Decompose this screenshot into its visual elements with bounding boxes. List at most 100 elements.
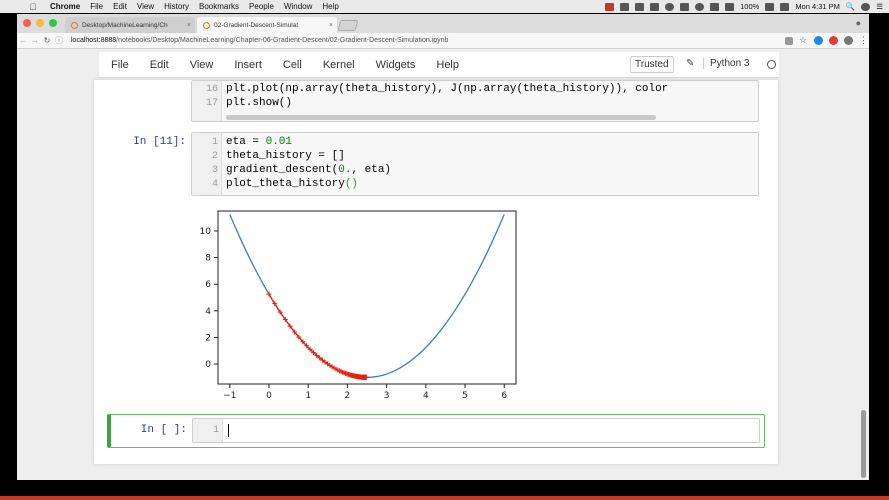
maximize-window-button[interactable] xyxy=(49,19,57,27)
kernel-status-icon xyxy=(767,60,776,69)
x-tick-label: −1 xyxy=(223,391,236,401)
line-number: 2 xyxy=(211,151,218,162)
y-tick-label: 2 xyxy=(205,333,211,343)
new-tab-button[interactable] xyxy=(337,20,359,31)
tab-title: Desktop/MachineLearning/Ch xyxy=(82,21,168,29)
extension-gray-icon[interactable] xyxy=(844,36,853,45)
address-bar: ← → ↻ ⓘ localhost:8888/notebooks/Desktop… xyxy=(17,33,869,49)
menu-view[interactable]: View xyxy=(137,2,154,11)
code-line: plt.show() xyxy=(226,97,293,109)
nb-menu-widgets[interactable]: Widgets xyxy=(376,59,416,71)
apple-icon[interactable]:  xyxy=(26,2,40,12)
close-tab-icon[interactable]: × xyxy=(329,22,333,29)
horizontal-scrollbar[interactable] xyxy=(226,115,656,120)
spotlight-icon[interactable]: 🔍 xyxy=(846,2,855,11)
kernel-name[interactable]: Python 3 xyxy=(703,58,749,69)
tab-title: 02-Gradient-Descent-Simulat xyxy=(214,21,299,29)
code-text: , eta) xyxy=(351,164,392,176)
page-info-icon[interactable]: ⓘ xyxy=(53,35,65,46)
code-line: plt.plot(np.array(theta_history), J(np.a… xyxy=(226,83,669,94)
menu-people[interactable]: People xyxy=(249,2,274,11)
x-tick-label: 1 xyxy=(305,391,311,401)
profile-icon[interactable]: ● xyxy=(856,18,861,28)
code-cell-previous[interactable]: 16 plt.plot(np.array(theta_history), J(n… xyxy=(191,80,759,122)
line-number: 17 xyxy=(205,98,218,109)
cell-prompt: In [ ]: xyxy=(140,424,187,436)
menu-help[interactable]: Help xyxy=(322,2,338,11)
forward-icon[interactable]: → xyxy=(29,36,41,45)
menu-window[interactable]: Window xyxy=(284,2,312,11)
bluetooth-icon[interactable] xyxy=(680,2,690,11)
notebook-container: 16 plt.plot(np.array(theta_history), J(n… xyxy=(94,80,778,464)
back-icon[interactable]: ← xyxy=(17,36,29,45)
close-tab-icon[interactable]: × xyxy=(187,22,191,29)
url-field[interactable]: localhost:8888/notebooks/Desktop/Machine… xyxy=(71,37,448,44)
input-icon[interactable] xyxy=(780,2,790,11)
extension-icon[interactable] xyxy=(635,2,645,11)
x-tick-label: 3 xyxy=(384,391,390,401)
tab-gradient-descent[interactable]: 02-Gradient-Descent-Simulat × xyxy=(197,17,337,33)
clock[interactable]: Mon 4:31 PM xyxy=(795,2,840,11)
code-text: gradient_descent( xyxy=(226,164,339,176)
trusted-indicator[interactable]: Trusted xyxy=(630,56,674,73)
menu-history[interactable]: History xyxy=(164,2,189,11)
x-tick-label: 0 xyxy=(266,391,272,401)
nb-menu-view[interactable]: View xyxy=(190,59,214,71)
battery-percent: 100% xyxy=(740,2,760,11)
chrome-menu-icon[interactable]: ⋮ xyxy=(859,36,868,45)
extension-blue-icon[interactable] xyxy=(814,36,823,45)
minimize-window-button[interactable] xyxy=(36,19,44,27)
close-window-button[interactable] xyxy=(23,19,31,27)
plot-area xyxy=(217,210,517,385)
y-tick-label: 6 xyxy=(205,280,211,290)
y-tick-label: 8 xyxy=(205,254,211,264)
time-machine-icon[interactable] xyxy=(665,2,675,11)
extension-red-icon[interactable] xyxy=(829,36,838,45)
nb-menu-cell[interactable]: Cell xyxy=(283,59,302,71)
app-menu[interactable]: Chrome xyxy=(50,2,80,11)
x-tick-label: 5 xyxy=(462,391,468,401)
code-text: eta = xyxy=(226,136,266,148)
code-number: 0.01 xyxy=(265,136,293,148)
nb-menu-kernel[interactable]: Kernel xyxy=(323,59,355,71)
code-cell-11[interactable]: 1 eta = 0.01 2 theta_history = [] 3 grad… xyxy=(191,132,759,196)
siri-icon[interactable] xyxy=(861,2,871,11)
line-number: 1 xyxy=(212,425,219,436)
code-line: eta = 0.01 xyxy=(226,136,292,148)
airplay-icon[interactable] xyxy=(710,2,720,11)
edit-mode-pencil-icon: ✎ xyxy=(686,58,695,69)
url-host: localhost:8888 xyxy=(71,37,117,44)
app-status-icon[interactable] xyxy=(650,2,660,11)
menu-edit[interactable]: Edit xyxy=(113,2,127,11)
code-line: gradient_descent(0., eta) xyxy=(226,164,391,176)
page-vertical-scrollbar[interactable] xyxy=(861,410,866,478)
line-number: 3 xyxy=(211,165,218,176)
notification-center-icon[interactable]: ☰ xyxy=(876,2,883,11)
bookmark-star-icon[interactable]: ☆ xyxy=(799,36,808,45)
code-cell-empty-selected[interactable]: In [ ]: 1 xyxy=(107,414,765,448)
code-line: plot_theta_history() xyxy=(226,178,358,190)
nb-menu-insert[interactable]: Insert xyxy=(234,59,262,71)
tab-bar: Desktop/MachineLearning/Ch × 02-Gradient… xyxy=(17,14,869,33)
menu-bookmarks[interactable]: Bookmarks xyxy=(199,2,239,11)
nb-menu-edit[interactable]: Edit xyxy=(150,59,169,71)
tab-desktop[interactable]: Desktop/MachineLearning/Ch × xyxy=(65,17,195,33)
reload-icon[interactable]: ↻ xyxy=(41,36,53,45)
code-text: plot_theta_history xyxy=(226,178,345,190)
url-path: /notebooks/Desktop/MachineLearning/Chapt… xyxy=(116,37,449,44)
battery-icon[interactable] xyxy=(765,2,775,11)
volume-icon[interactable] xyxy=(725,2,735,11)
zoom-icon[interactable] xyxy=(785,36,793,45)
status-area: 100% Mon 4:31 PM 🔍 ☰ xyxy=(605,0,883,13)
menu-file[interactable]: File xyxy=(90,2,103,11)
code-input[interactable]: 1 xyxy=(192,418,760,443)
wifi-icon[interactable] xyxy=(695,2,705,11)
record-icon[interactable] xyxy=(605,2,615,11)
line-number: 16 xyxy=(205,84,218,95)
dropbox-icon[interactable] xyxy=(620,2,630,11)
x-tick-label: 2 xyxy=(345,391,351,401)
nb-menu-help[interactable]: Help xyxy=(436,59,459,71)
y-tick-label: 0 xyxy=(205,360,211,370)
x-tick-label: 6 xyxy=(501,391,507,401)
nb-menu-file[interactable]: File xyxy=(111,59,129,71)
